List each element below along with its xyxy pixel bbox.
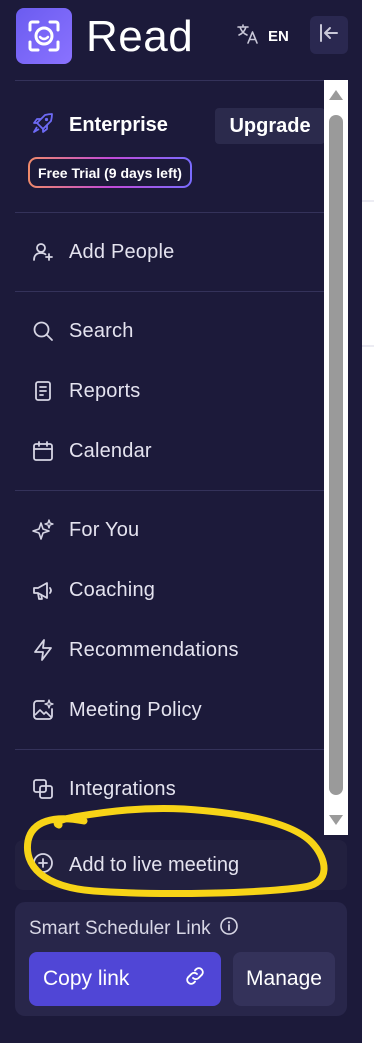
- smart-scheduler-card: Smart Scheduler Link Copy link Manage: [15, 902, 347, 1016]
- lightning-icon: [31, 638, 55, 662]
- sidebar-item-label: Add People: [69, 240, 175, 263]
- sidebar-item-calendar[interactable]: Calendar: [31, 431, 321, 471]
- sidebar-item-label: Search: [69, 319, 134, 342]
- plan-name: Enterprise: [69, 113, 168, 136]
- smart-scheduler-label: Smart Scheduler Link: [29, 918, 211, 939]
- read-logo-icon[interactable]: [16, 8, 72, 64]
- divider: [15, 749, 325, 750]
- scroll-up-arrow-icon[interactable]: [329, 90, 343, 100]
- sidebar-item-search[interactable]: Search: [31, 311, 321, 351]
- collapse-sidebar-button[interactable]: [310, 16, 348, 54]
- search-icon: [31, 319, 55, 343]
- integrations-icon: [31, 777, 55, 801]
- upgrade-button[interactable]: Upgrade: [215, 108, 325, 144]
- sidebar-item-recommendations[interactable]: Recommendations: [31, 630, 321, 670]
- info-icon[interactable]: [219, 916, 239, 942]
- sidebar-item-label: For You: [69, 518, 140, 541]
- trial-badge: Free Trial (9 days left): [28, 157, 192, 188]
- main-content-edge: [362, 0, 374, 1043]
- divider: [15, 291, 325, 292]
- calendar-icon: [31, 439, 55, 463]
- scrollbar-thumb[interactable]: [329, 115, 343, 795]
- translate-icon: [236, 22, 260, 51]
- sidebar: Read EN Enterprise Upgrade Free Trial (9…: [0, 0, 362, 1043]
- policy-image-icon: [31, 698, 55, 722]
- sidebar-scrollbar[interactable]: [324, 80, 348, 835]
- megaphone-icon: [31, 578, 55, 602]
- sidebar-item-meeting-policy[interactable]: Meeting Policy: [31, 690, 321, 730]
- language-switcher[interactable]: EN: [236, 22, 289, 50]
- sidebar-item-label: Calendar: [69, 439, 152, 462]
- sidebar-item-label: Reports: [69, 379, 141, 402]
- sidebar-item-label: Recommendations: [69, 638, 239, 661]
- sparkles-icon: [31, 518, 55, 542]
- live-meeting-label: Add to live meeting: [69, 853, 240, 876]
- sidebar-item-add-people[interactable]: Add People: [31, 232, 321, 272]
- plus-circle-icon: [31, 851, 55, 880]
- sidebar-item-for-you[interactable]: For You: [31, 510, 321, 550]
- manage-button[interactable]: Manage: [233, 952, 335, 1006]
- sidebar-item-reports[interactable]: Reports: [31, 371, 321, 411]
- sidebar-menu: Enterprise Upgrade Free Trial (9 days le…: [15, 80, 325, 835]
- smart-scheduler-title: Smart Scheduler Link: [29, 916, 239, 942]
- report-icon: [31, 379, 55, 403]
- sidebar-item-coaching[interactable]: Coaching: [31, 570, 321, 610]
- add-to-live-meeting-button[interactable]: Add to live meeting: [15, 840, 347, 890]
- collapse-sidebar-icon: [318, 22, 340, 49]
- copy-link-button[interactable]: Copy link: [29, 952, 221, 1006]
- brand-name: Read: [86, 12, 194, 61]
- sidebar-item-label: Coaching: [69, 578, 156, 601]
- language-code: EN: [268, 27, 289, 45]
- divider: [15, 212, 325, 213]
- divider: [15, 80, 325, 81]
- scroll-down-arrow-icon[interactable]: [329, 815, 343, 825]
- link-icon: [183, 964, 207, 994]
- sidebar-item-label: Meeting Policy: [69, 698, 202, 721]
- divider: [15, 490, 325, 491]
- add-person-icon: [31, 240, 55, 264]
- sidebar-item-integrations[interactable]: Integrations: [31, 769, 321, 809]
- sidebar-item-label: Integrations: [69, 777, 176, 800]
- copy-link-label: Copy link: [43, 967, 130, 990]
- plan-info: Enterprise: [31, 110, 168, 140]
- rocket-icon: [31, 111, 55, 140]
